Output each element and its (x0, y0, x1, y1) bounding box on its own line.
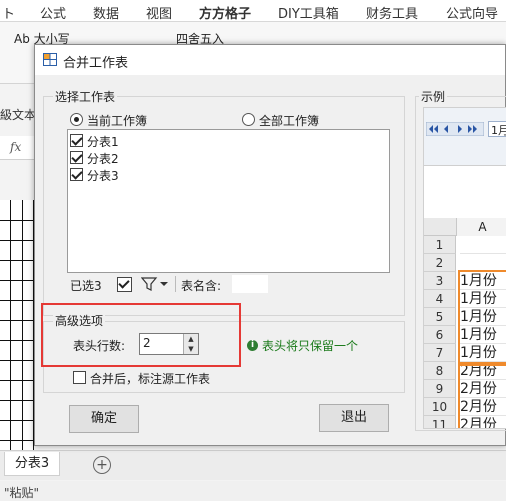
preview-row-number: 4 (424, 290, 456, 308)
dialog-title: 合并工作表 (63, 56, 129, 71)
fx-icon[interactable]: fx (10, 140, 21, 154)
preview-row-number: 10 (424, 398, 456, 416)
mark-source-checkbox[interactable] (73, 371, 86, 384)
ribbon-tab-formula-wizard[interactable]: 公式向导 (446, 3, 498, 22)
ok-button[interactable]: 确定 (69, 405, 139, 433)
radio-all-workbooks[interactable] (242, 113, 255, 126)
info-text: 表头将只保留一个 (262, 339, 359, 353)
preview-row-number: 11 (424, 416, 456, 428)
preview-group-2-outline (458, 362, 506, 428)
ribbon-tab-view[interactable]: 视图 (146, 3, 172, 22)
preview-cell (460, 236, 506, 254)
preview-row-number: 7 (424, 344, 456, 362)
radio-current-label: 当前工作簿 (87, 114, 148, 128)
ribbon-tab-data[interactable]: 数据 (93, 3, 119, 22)
preview-row-number: 3 (424, 272, 456, 290)
preview-row-number: 8 (424, 362, 456, 380)
add-sheet-icon[interactable]: + (93, 456, 111, 474)
example-preview: 1月 A 1231月份41月份51月份61月份71月份82月份92月份102月份… (423, 107, 506, 429)
toolbar-divider (175, 276, 176, 292)
selected-count: 已选3 (70, 279, 102, 293)
info-icon: i (247, 340, 258, 351)
sheet-list[interactable]: 分表1 分表2 分表3 (67, 129, 390, 273)
sheet-checkbox[interactable] (70, 168, 83, 181)
radio-all-label: 全部工作簿 (259, 114, 320, 128)
ribbon-tab-finance[interactable]: 财务工具 (366, 3, 418, 22)
status-bar: "粘贴" (0, 481, 506, 501)
sheet-name: 分表1 (87, 135, 119, 149)
mark-source-label: 合并后，标注源工作表 (90, 372, 211, 386)
select-all-checkbox[interactable] (117, 277, 132, 292)
preview-group-1-outline (458, 270, 506, 366)
list-toolbar: 已选3 表名含: (67, 273, 390, 295)
example-label: 示例 (419, 88, 448, 105)
preview-column-header-row: A (424, 218, 506, 236)
preview-row-number: 1 (424, 236, 456, 254)
sheet-name: 分表2 (87, 152, 119, 166)
grid-app-icon (43, 53, 57, 66)
radio-current-workbook[interactable] (70, 113, 83, 126)
ribbon-tab-formulas[interactable]: 公式 (40, 3, 66, 22)
spin-down-icon[interactable]: ▼ (183, 344, 198, 354)
sheet-tab-active[interactable]: 分表3 (4, 452, 60, 476)
worksheet-grid[interactable] (0, 200, 34, 450)
sheet-tab-bar (0, 450, 506, 480)
preview-sheet-tab: 1月 (488, 121, 506, 137)
preview-row-number: 9 (424, 380, 456, 398)
filter-icon[interactable] (141, 276, 169, 292)
preview-row-number: 6 (424, 326, 456, 344)
header-rows-label: 表头行数: (73, 339, 126, 353)
preview-tab-area: 1月 (424, 108, 506, 166)
table-name-label: 表名含: (181, 279, 222, 293)
spin-up-icon[interactable]: ▲ (183, 334, 198, 344)
header-rows-value[interactable]: 2 (143, 336, 151, 350)
ribbon-tab-bar: ト 公式 数据 视图 方方格子 DIY工具箱 财务工具 公式向导 (0, 0, 506, 25)
merge-sheets-dialog: 合并工作表 选择工作表 当前工作簿 全部工作簿 分表1 分表2 分表3 已选3 … (34, 44, 506, 446)
preview-column-a: A (456, 218, 506, 236)
preview-row-number: 5 (424, 308, 456, 326)
ribbon-tab-partial[interactable]: ト (2, 3, 15, 22)
preview-row-number: 2 (424, 254, 456, 272)
exit-button[interactable]: 退出 (319, 404, 389, 432)
header-rows-stepper[interactable]: 2 ▲ ▼ (139, 333, 199, 355)
sheet-checkbox[interactable] (70, 151, 83, 164)
dialog-titlebar[interactable]: 合并工作表 (35, 45, 505, 75)
ribbon-tab-diy[interactable]: DIY工具箱 (278, 3, 339, 22)
sheet-name: 分表3 (87, 169, 119, 183)
sheet-nav-icon (426, 122, 484, 136)
ribbon-text-label: 級文本 (0, 108, 37, 122)
table-name-input[interactable] (232, 275, 268, 293)
sheet-checkbox[interactable] (70, 134, 83, 147)
select-sheets-label: 选择工作表 (53, 88, 118, 105)
